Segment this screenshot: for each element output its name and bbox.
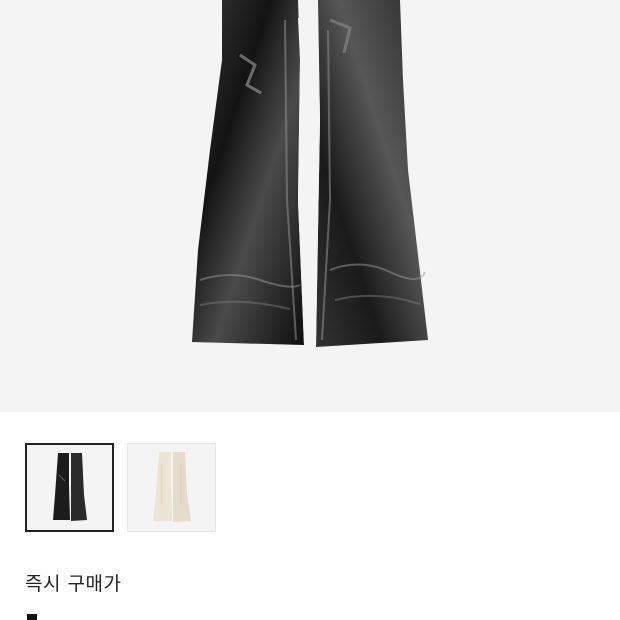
product-main-image[interactable]: [0, 0, 620, 412]
flared-jeans-black-icon: [192, 0, 428, 347]
thumbnail-cream-jeans[interactable]: [127, 443, 216, 532]
instant-buy-price-label: 즉시 구매가: [25, 573, 122, 595]
price-value-partial: [27, 614, 37, 620]
flared-jeans-black-thumb-icon: [53, 453, 87, 521]
thumbnail-list: [25, 443, 216, 532]
flared-jeans-cream-thumb-icon: [153, 452, 191, 522]
thumbnail-black-jeans[interactable]: [25, 443, 114, 532]
